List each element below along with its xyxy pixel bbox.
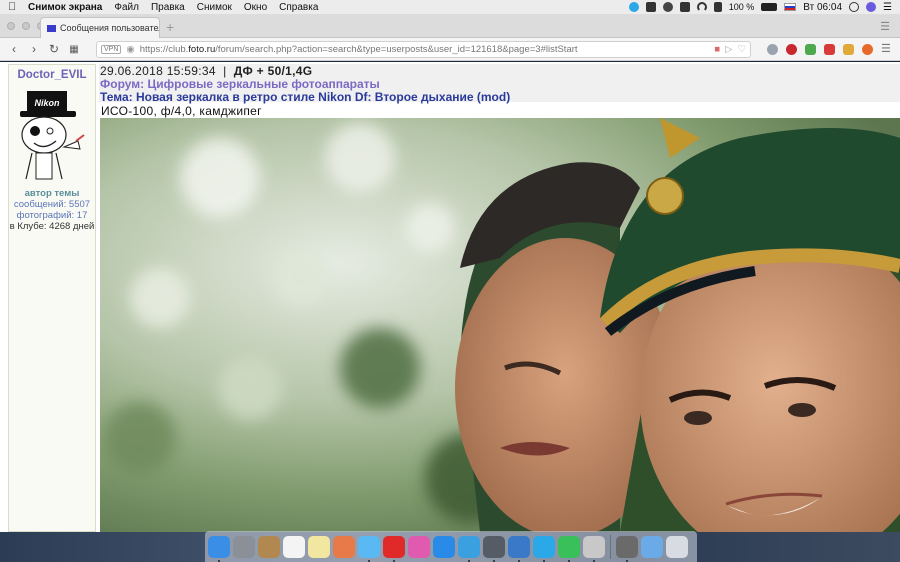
- minimize-window-button[interactable]: [22, 22, 30, 30]
- download-icon[interactable]: [805, 43, 816, 55]
- post-datetime[interactable]: 29.06.2018 15:59:34: [100, 64, 216, 78]
- user-panel: Doctor_EVIL Nikon автор темы сообщений: …: [8, 64, 96, 532]
- dock-launchpad-icon[interactable]: [233, 535, 255, 558]
- dock-calendar-icon[interactable]: [283, 535, 305, 558]
- tab-bar: Сообщения пользователя D + ☰: [0, 14, 900, 38]
- new-tab-button[interactable]: +: [166, 19, 174, 35]
- share-icon[interactable]: ▷: [725, 44, 732, 55]
- topic-link[interactable]: Тема: Новая зеркалка в ретро стиле Nikon…: [100, 91, 900, 104]
- post-header: 29.06.2018 15:59:34 | ДФ + 50/1,4G Форум…: [99, 64, 900, 104]
- menu-capture[interactable]: Снимок: [197, 2, 232, 13]
- close-window-button[interactable]: [7, 22, 15, 30]
- dock-sequel-icon[interactable]: [483, 535, 505, 562]
- dashboard-icon[interactable]: [645, 2, 656, 12]
- svg-text:Nikon: Nikon: [34, 98, 60, 108]
- volume-icon[interactable]: [713, 2, 722, 12]
- address-bar[interactable]: VPN ◉ https://club.foto.ru/forum/search.…: [96, 40, 751, 58]
- cloud-icon[interactable]: [662, 2, 673, 12]
- extensions: ☰: [767, 43, 892, 55]
- dock-downloads-folder-icon[interactable]: [641, 535, 663, 558]
- photo-caption: ИСО-100, ф/4,0, камджипег: [101, 104, 262, 118]
- browser-toolbar: ‹ › ↻ ▦ VPN ◉ https://club.foto.ru/forum…: [0, 38, 900, 61]
- box-icon[interactable]: [679, 2, 690, 12]
- dock-stickies-icon[interactable]: [308, 535, 330, 558]
- post-meta: 29.06.2018 15:59:34 | ДФ + 50/1,4G: [100, 64, 900, 78]
- apple-icon[interactable]: : [8, 1, 18, 13]
- dock-preview-icon[interactable]: [583, 535, 605, 562]
- notification-center-icon[interactable]: ☰: [883, 2, 892, 13]
- menu-bar:  Снимок экрана Файл Правка Снимок Окно …: [0, 0, 900, 14]
- adblock-icon[interactable]: [786, 43, 797, 55]
- shield-icon[interactable]: [824, 43, 835, 55]
- heart-icon[interactable]: ♡: [737, 44, 746, 55]
- russian-flag-icon[interactable]: [784, 3, 797, 11]
- dock-itunes-icon[interactable]: [408, 535, 430, 558]
- menu-icon[interactable]: ☰: [881, 43, 892, 55]
- flashget-icon[interactable]: [862, 43, 873, 55]
- author-label: автор темы: [24, 188, 80, 199]
- menu-window[interactable]: Окно: [244, 2, 267, 13]
- search-icon[interactable]: [849, 2, 860, 12]
- active-tab[interactable]: Сообщения пользователя D: [40, 17, 160, 38]
- dock: [205, 531, 697, 562]
- gift-icon[interactable]: [843, 43, 854, 55]
- menu-help[interactable]: Справка: [279, 2, 318, 13]
- cloud-upload-icon[interactable]: [767, 43, 778, 55]
- reload-icon[interactable]: ↻: [48, 42, 60, 56]
- dock-whatsapp-icon[interactable]: [558, 535, 580, 562]
- dock-trash-icon[interactable]: [666, 535, 688, 558]
- clock[interactable]: Вт 06:04: [803, 2, 842, 13]
- speed-dial-icon[interactable]: ▦: [68, 44, 80, 55]
- tab-menu-icon[interactable]: ☰: [880, 20, 890, 33]
- post-photo[interactable]: [100, 118, 900, 532]
- username-link[interactable]: Doctor_EVIL: [9, 69, 95, 81]
- forum-page: Doctor_EVIL Nikon автор темы сообщений: …: [0, 62, 900, 532]
- messages-count[interactable]: сообщений: 5507: [9, 199, 95, 210]
- forward-icon[interactable]: ›: [28, 42, 40, 56]
- dock-messages-icon[interactable]: [358, 535, 380, 562]
- dock-photos-icon[interactable]: [333, 535, 355, 558]
- photos-count[interactable]: фотографий: 17: [9, 210, 95, 221]
- battery-text[interactable]: 100 %: [729, 2, 755, 12]
- club-days: в Клубе: 4268 дней: [9, 221, 95, 232]
- url-text[interactable]: https://club.foto.ru/forum/search.php?ac…: [140, 44, 710, 55]
- dock-opera-icon[interactable]: [383, 535, 405, 562]
- camera-icon[interactable]: ■: [714, 44, 720, 55]
- menu-app-name[interactable]: Снимок экрана: [28, 2, 102, 13]
- menu-edit[interactable]: Правка: [151, 2, 185, 13]
- dock-network-icon[interactable]: [508, 535, 530, 562]
- avatar[interactable]: Nikon: [14, 85, 90, 181]
- dock-notes-brown-icon[interactable]: [258, 535, 280, 558]
- skype-status-icon[interactable]: [628, 2, 639, 12]
- dock-skype-icon[interactable]: [533, 535, 555, 562]
- dock-screenshot-icon[interactable]: [616, 535, 638, 562]
- dock-app-store-icon[interactable]: [433, 535, 455, 558]
- menu-file[interactable]: Файл: [114, 2, 139, 13]
- favicon-icon: [47, 24, 56, 32]
- vpn-badge[interactable]: VPN: [101, 44, 122, 54]
- dock-finder-icon[interactable]: [208, 535, 230, 562]
- dock-separator: [610, 534, 611, 559]
- wifi-icon[interactable]: [696, 2, 707, 12]
- meta-separator: |: [223, 64, 227, 78]
- post-camera: ДФ + 50/1,4G: [233, 64, 313, 78]
- siri-icon[interactable]: [866, 2, 877, 12]
- dock-telegram-icon[interactable]: [458, 535, 480, 562]
- tab-title: Сообщения пользователя D: [60, 23, 159, 33]
- battery-icon[interactable]: [761, 3, 778, 11]
- globe-icon: ◉: [126, 43, 135, 55]
- back-icon[interactable]: ‹: [8, 42, 20, 56]
